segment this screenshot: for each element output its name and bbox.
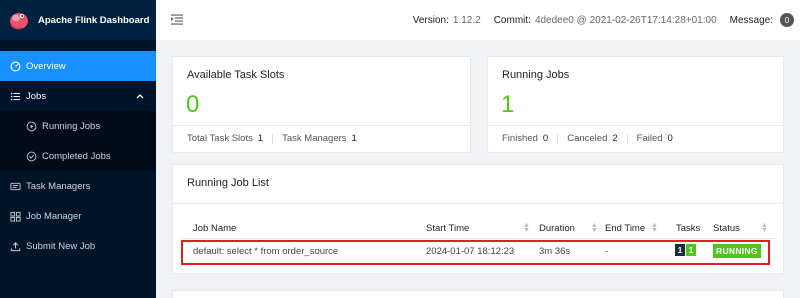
divider bbox=[626, 133, 628, 144]
sidebar-item-label: Completed Jobs bbox=[42, 150, 111, 162]
column-header-job-name[interactable]: Job Name bbox=[193, 223, 236, 234]
next-card bbox=[172, 290, 784, 298]
chevron-up-icon bbox=[136, 92, 144, 101]
highlight-box bbox=[181, 240, 770, 265]
message-count-badge[interactable]: 0 bbox=[780, 13, 794, 27]
task-managers-label: Task Managers bbox=[282, 133, 347, 144]
sidebar-item-label: Submit New Job bbox=[26, 240, 96, 252]
canceled-label: Canceled bbox=[567, 133, 608, 144]
job-list-title: Running Job List bbox=[187, 177, 269, 189]
sidebar-item-submit-new-job[interactable]: Submit New Job bbox=[0, 231, 156, 261]
sidebar-item-task-managers[interactable]: Task Managers bbox=[0, 171, 156, 201]
column-header-tasks: Tasks bbox=[676, 223, 701, 234]
top-header: Version: 1.12.2 Commit: 4dedee0 @ 2021-0… bbox=[156, 0, 800, 40]
jobs-stats: Finished 0 Canceled 2 Failed 0 bbox=[502, 133, 673, 144]
column-header-end-time[interactable]: End Time bbox=[605, 223, 645, 234]
card-title: Available Task Slots bbox=[187, 69, 285, 81]
sidebar-item-overview[interactable]: Overview bbox=[0, 51, 156, 81]
version-value: 1.12.2 bbox=[452, 14, 481, 26]
sidebar-item-label: Overview bbox=[26, 60, 66, 72]
canceled-value: 2 bbox=[612, 133, 618, 144]
play-circle-icon bbox=[25, 120, 37, 132]
task-managers-icon bbox=[9, 180, 21, 192]
finished-label: Finished bbox=[502, 133, 538, 144]
header-meta: Version: 1.12.2 Commit: 4dedee0 @ 2021-0… bbox=[400, 13, 794, 27]
sort-icon[interactable]: ▲ ▼ bbox=[591, 222, 598, 234]
sidebar-item-label: Jobs bbox=[26, 90, 47, 102]
cluster-icon bbox=[9, 210, 21, 222]
sidebar: Apache Flink Dashboard Overview Jobs Run… bbox=[0, 0, 156, 298]
message-label[interactable]: Message: bbox=[730, 15, 773, 26]
sort-icon[interactable]: ▲ ▼ bbox=[761, 222, 768, 234]
divider bbox=[173, 203, 783, 204]
divider bbox=[181, 238, 777, 239]
commit-value: 4dedee0 @ 2021-02-26T17:14:28+01:00 bbox=[534, 14, 717, 26]
upload-icon bbox=[9, 240, 21, 252]
dashboard-icon bbox=[9, 60, 21, 72]
divider bbox=[272, 133, 274, 144]
column-header-start-time[interactable]: Start Time bbox=[426, 223, 469, 234]
column-header-duration[interactable]: Duration bbox=[539, 223, 575, 234]
finished-value: 0 bbox=[542, 133, 549, 144]
running-jobs-value: 1 bbox=[501, 91, 515, 118]
sidebar-item-label: Job Manager bbox=[26, 210, 82, 222]
sidebar-item-jobs[interactable]: Jobs bbox=[0, 81, 156, 111]
divider bbox=[173, 125, 470, 126]
failed-value: 0 bbox=[667, 133, 673, 144]
sort-icon[interactable]: ▲ ▼ bbox=[523, 222, 530, 234]
menu-fold-icon[interactable] bbox=[171, 14, 185, 26]
version-label: Version: bbox=[412, 14, 449, 26]
available-slots-value: 0 bbox=[186, 91, 200, 118]
sidebar-item-label: Running Jobs bbox=[42, 120, 101, 132]
commit-label: Commit: bbox=[493, 14, 531, 26]
column-header-status[interactable]: Status bbox=[713, 223, 740, 234]
app-title: Apache Flink Dashboard bbox=[38, 14, 150, 26]
sidebar-item-job-manager[interactable]: Job Manager bbox=[0, 201, 156, 231]
running-jobs-card: Running Jobs 1 Finished 0 Canceled 2 Fai… bbox=[487, 56, 784, 153]
card-title: Running Jobs bbox=[502, 69, 570, 81]
divider bbox=[557, 133, 559, 144]
total-slots-label: Total Task Slots bbox=[187, 133, 253, 144]
list-icon bbox=[9, 90, 21, 102]
jobs-submenu: Running Jobs Completed Jobs bbox=[0, 111, 156, 171]
task-managers-value: 1 bbox=[351, 133, 357, 144]
sort-icon[interactable]: ▲ ▼ bbox=[651, 222, 658, 234]
divider bbox=[488, 125, 783, 126]
flink-logo-icon bbox=[10, 13, 28, 30]
sidebar-item-running-jobs[interactable]: Running Jobs bbox=[0, 111, 156, 141]
brand[interactable]: Apache Flink Dashboard bbox=[0, 0, 156, 40]
task-slots-card: Available Task Slots 0 Total Task Slots … bbox=[172, 56, 471, 153]
sidebar-item-label: Task Managers bbox=[26, 180, 91, 192]
slots-stats: Total Task Slots 1 Task Managers 1 bbox=[187, 133, 357, 144]
failed-label: Failed bbox=[636, 133, 663, 144]
sidebar-item-completed-jobs[interactable]: Completed Jobs bbox=[0, 141, 156, 171]
check-circle-icon bbox=[25, 150, 37, 162]
total-slots-value: 1 bbox=[257, 133, 264, 144]
